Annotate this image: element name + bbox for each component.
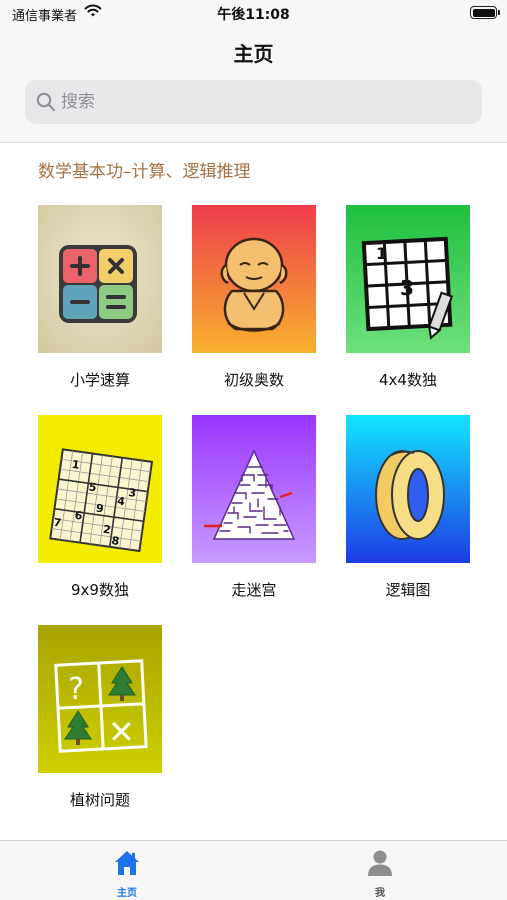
svg-text:✕: ✕	[108, 713, 135, 751]
impossible-zero-icon	[346, 415, 470, 563]
tab-bar: 主页 我	[0, 840, 507, 900]
tab-me[interactable]: 我	[330, 841, 430, 900]
search-icon	[36, 92, 56, 112]
tile-label-logic-graph: 逻辑图	[385, 581, 431, 599]
top-area: 通信事業者 午後11:08 主页	[0, 0, 507, 143]
search-bar[interactable]	[25, 80, 482, 124]
svg-text:3: 3	[400, 276, 414, 300]
sudoku-4x4-icon: 1 3	[346, 205, 470, 353]
tile-tree-planting[interactable]: ? ✕	[38, 625, 162, 773]
search-input[interactable]	[61, 80, 461, 124]
tab-me-label: 我	[375, 888, 385, 899]
tile-label-maze: 走迷宫	[231, 581, 277, 599]
maze-icon	[192, 415, 316, 563]
tab-home-label: 主页	[117, 888, 137, 899]
calculator-icon	[38, 205, 162, 353]
svg-text:?: ?	[68, 672, 84, 707]
svg-text:1: 1	[376, 244, 387, 263]
section-title: 数学基本功–计算、逻辑推理	[38, 162, 251, 182]
sudoku-9x9-icon: 1 5 3 4 9 6 2 7 8	[38, 415, 162, 563]
tile-maze[interactable]	[192, 415, 316, 563]
tile-logic-graph[interactable]	[346, 415, 470, 563]
tile-sudoku-9x9[interactable]: 1 5 3 4 9 6 2 7 8	[38, 415, 162, 563]
tile-label-olympiad: 初级奥数	[223, 371, 284, 389]
tile-label-sudoku-9x9: 9x9数独	[71, 581, 129, 599]
person-icon	[368, 850, 392, 876]
tile-label-sudoku-4x4: 4x4数独	[379, 371, 437, 389]
tile-mental-math[interactable]	[38, 205, 162, 353]
status-time: 午後11:08	[217, 7, 290, 23]
thinking-monk-icon	[192, 205, 316, 353]
tile-label-tree-planting: 植树问题	[69, 791, 130, 809]
status-bar: 通信事業者 午後11:08	[0, 0, 507, 28]
tile-sudoku-4x4[interactable]: 1 3	[346, 205, 470, 353]
tree-grid-icon: ? ✕	[38, 625, 162, 773]
home-icon	[115, 851, 139, 875]
tab-home[interactable]: 主页	[77, 841, 177, 900]
tile-label-mental-math: 小学速算	[69, 371, 130, 389]
page-title: 主页	[233, 42, 274, 66]
tile-olympiad[interactable]	[192, 205, 316, 353]
battery-icon	[470, 6, 500, 19]
